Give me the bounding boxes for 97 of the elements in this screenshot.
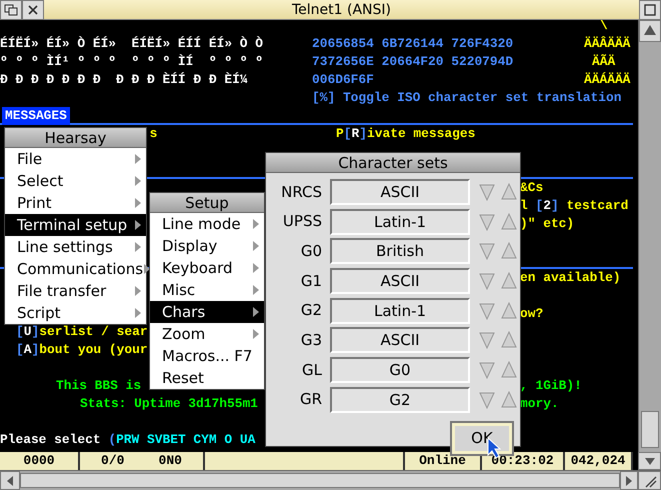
menu-item[interactable]: Terminal setup	[5, 214, 146, 236]
increment-arrow-icon[interactable]	[500, 390, 518, 410]
decrement-arrow-icon[interactable]	[478, 300, 496, 321]
terminal-text: [U]serlist / sear	[16, 323, 148, 341]
terminal-text: Please select (PRW SVBET CYM O UA	[0, 431, 256, 449]
decrement-arrow-icon[interactable]	[478, 241, 496, 262]
close-icon	[27, 4, 39, 16]
increment-arrow-icon[interactable]	[500, 360, 518, 380]
increment-arrow-icon[interactable]	[500, 241, 518, 262]
scroll-right-button[interactable]	[620, 471, 638, 490]
increment-arrow-icon[interactable]	[500, 330, 518, 350]
status-text: 0N0	[158, 452, 182, 470]
value-field[interactable]: ASCII	[330, 327, 470, 354]
menu-title: Setup	[150, 193, 264, 213]
value-field[interactable]: ASCII	[330, 268, 470, 294]
menu-item[interactable]: Misc	[150, 279, 264, 301]
value-field[interactable]: G0	[330, 356, 470, 383]
menu-item[interactable]: Zoom	[150, 323, 264, 345]
increment-arrow-icon[interactable]	[500, 182, 518, 202]
scroll-thumb[interactable]	[20, 473, 620, 488]
menu-item[interactable]: Select	[5, 170, 146, 192]
increment-arrow-icon[interactable]	[500, 212, 518, 232]
terminal-text: [%] Toggle ISO character set translation	[312, 89, 622, 107]
menu-item[interactable]: Line mode	[150, 213, 264, 235]
field-label: GL	[301, 360, 322, 381]
terminal-text: )" etc)	[520, 215, 574, 233]
terminal-text: º º º ÌÍ¹ º º º º º º ÌÍ º º º º	[0, 53, 264, 71]
field-label: G1	[300, 270, 322, 292]
terminal-text: \	[600, 20, 608, 35]
decrement-arrow-icon[interactable]	[478, 330, 496, 350]
menu-title: Hearsay	[5, 128, 146, 148]
toggle-size-button[interactable]	[639, 0, 661, 20]
status-text: 0/0	[101, 452, 124, 470]
value-field[interactable]: G2	[330, 386, 470, 413]
resize-button[interactable]	[638, 471, 661, 490]
increment-arrow-icon[interactable]	[500, 270, 518, 291]
menu-item[interactable]: Script	[5, 302, 146, 324]
section-heading: MESSAGES	[2, 107, 70, 125]
value-field[interactable]: ASCII	[330, 178, 470, 205]
terminal-text: ÄÄÂÄÄÄ	[584, 35, 630, 53]
terminal-text: Stats: Uptime 3d17h55m1	[80, 395, 258, 413]
status-text: Online	[419, 452, 466, 470]
decrement-arrow-icon[interactable]	[478, 390, 496, 410]
increment-arrow-icon[interactable]	[500, 300, 518, 321]
decrement-arrow-icon[interactable]	[478, 360, 496, 380]
field-label: GR	[298, 389, 322, 410]
terminal-text: [A]bout you (your	[16, 341, 148, 359]
back-button[interactable]	[0, 0, 22, 20]
decrement-arrow-icon[interactable]	[478, 270, 496, 291]
field-label: G0	[300, 240, 322, 262]
terminal-text: mory.	[520, 395, 559, 413]
value-field[interactable]: British	[330, 238, 470, 264]
close-button[interactable]	[22, 0, 44, 20]
menu-item[interactable]: Reset	[150, 367, 264, 389]
dialog-title: Character sets	[266, 153, 520, 173]
field-label: UPSS	[282, 211, 322, 232]
terminal-text: 20656854 6B726144 726F4320	[312, 35, 514, 53]
value-field[interactable]: Latin-1	[330, 298, 470, 324]
terminal-text: This BBS is	[56, 377, 142, 395]
menu-item[interactable]: Keyboard	[150, 257, 264, 279]
scroll-left-button[interactable]	[0, 471, 20, 490]
status-text: 00:23:02	[491, 452, 554, 470]
terminal-text: l [2] testcard	[520, 197, 628, 215]
field-label: G3	[300, 330, 322, 352]
menu-item[interactable]: File	[5, 148, 146, 170]
terminal-text: ow?	[520, 305, 544, 323]
menu-item[interactable]: Print	[5, 192, 146, 214]
terminal-text: Ð Ð Ð Ð Ð Ð Ð Ð Ð Ð ÈÍÍ Ð Ð ÈÍ¼	[0, 71, 248, 89]
menu-item[interactable]: Chars	[150, 301, 264, 323]
terminal-text: P[R]ivate messages	[336, 125, 476, 143]
terminal-text: en available)	[520, 269, 621, 287]
scroll-up-button[interactable]	[639, 20, 661, 42]
terminal-text: ÄÃÄ	[592, 53, 616, 71]
menu-item[interactable]: Display	[150, 235, 264, 257]
menu-item[interactable]: Communications	[5, 258, 146, 280]
menu-item[interactable]: Line settings	[5, 236, 146, 258]
value-field[interactable]: Latin-1	[330, 208, 470, 235]
terminal-text: s	[150, 125, 158, 143]
menu-item[interactable]: File transfer	[5, 280, 146, 302]
terminal-text: , 1GiB)!	[520, 377, 582, 395]
back-icon	[4, 4, 18, 16]
decrement-arrow-icon[interactable]	[478, 182, 496, 202]
decrement-arrow-icon[interactable]	[478, 212, 496, 232]
status-text: 042,024	[570, 452, 626, 470]
menu-item[interactable]: Macros... F7	[150, 345, 264, 367]
terminal-text: 7372656E 20664F20 5220794D	[312, 53, 514, 71]
terminal-text: ÉÍËÍ» ÉÍ» Ò ÉÍ» ÉÍËÍ» ÉÍÍ ÉÍ» Ò Ò	[0, 35, 264, 53]
window-title: Telnet1 (ANSI)	[291, 0, 392, 20]
field-label: G2	[300, 300, 322, 322]
toggle-size-icon	[644, 4, 656, 16]
terminal-text: &Cs	[520, 179, 544, 197]
terminal-text: ÄÄÁÄÄÄ	[584, 71, 630, 89]
terminal-text: 006D6F6F	[312, 71, 374, 89]
status-text: 0000	[23, 452, 55, 470]
scroll-thumb[interactable]	[641, 411, 659, 448]
scroll-down-button[interactable]	[638, 452, 661, 470]
field-label: NRCS	[280, 182, 322, 203]
